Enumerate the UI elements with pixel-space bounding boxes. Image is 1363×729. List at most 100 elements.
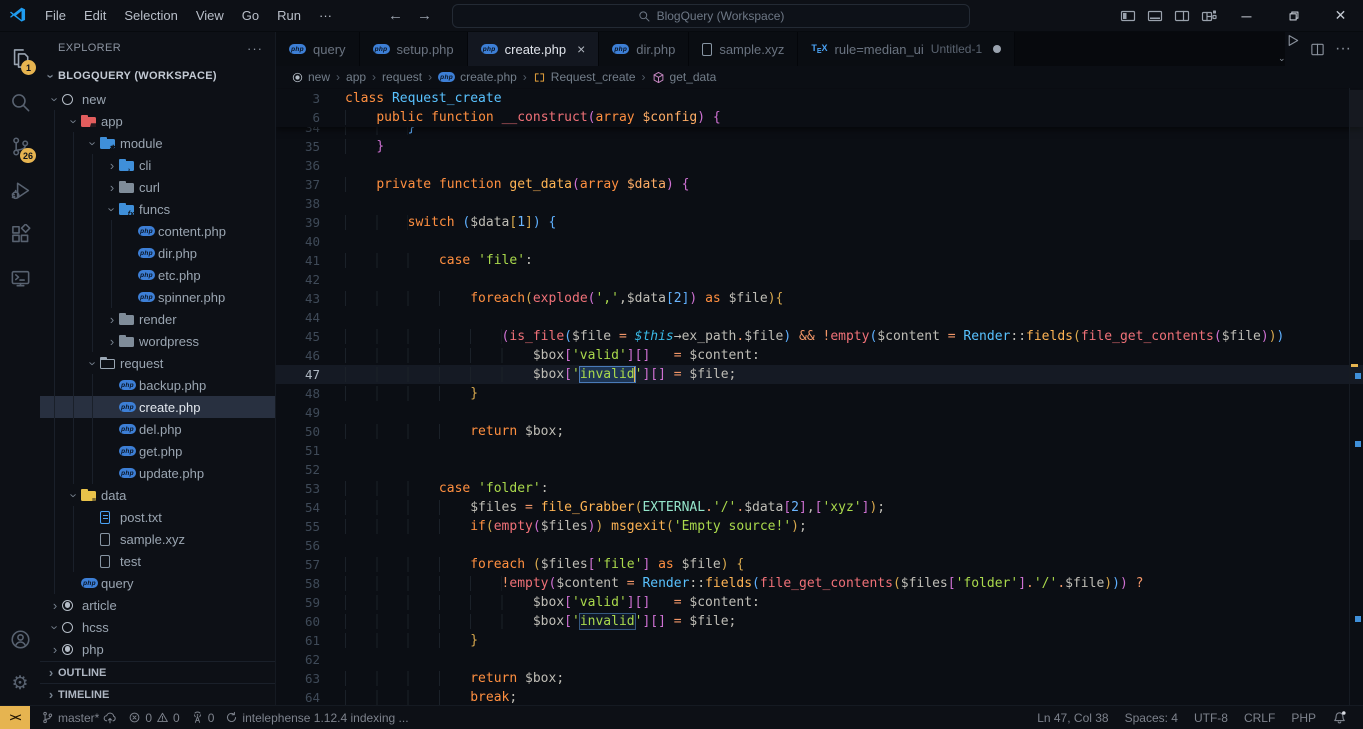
code-line-36[interactable]: 36: [276, 156, 1363, 175]
code-line-3[interactable]: 3class Request_create: [276, 89, 1363, 108]
tree-item-request[interactable]: ›request: [40, 352, 275, 374]
tree-item-create-php[interactable]: ›phpcreate.php: [40, 396, 275, 418]
activity-explorer[interactable]: 1: [0, 36, 40, 80]
activity-extensions[interactable]: [0, 212, 40, 256]
menu-[interactable]: ···: [310, 0, 341, 31]
run-button[interactable]: ⌄: [1285, 33, 1300, 66]
tree-item-data[interactable]: ›≡data: [40, 484, 275, 506]
code-line-54[interactable]: 54 $files = file_Grabber(EXTERNAL.'/'.$d…: [276, 498, 1363, 517]
code-line-6[interactable]: 6 public function __construct(array $con…: [276, 108, 1363, 127]
menu-selection[interactable]: Selection: [115, 0, 186, 31]
code-line-55[interactable]: 55 if(empty($files)) msgexit('Empty sour…: [276, 517, 1363, 536]
breadcrumb-item-app[interactable]: app: [346, 70, 366, 84]
tree-item-etc-php[interactable]: ›phpetc.php: [40, 264, 275, 286]
status-ports[interactable]: 0: [191, 711, 215, 725]
tree-item-test[interactable]: ›test: [40, 550, 275, 572]
menu-view[interactable]: View: [187, 0, 233, 31]
code-line-45[interactable]: 45 (is_file($file = $this→ex_path.$file)…: [276, 327, 1363, 346]
tree-item-cli[interactable]: ››_cli: [40, 154, 275, 176]
menu-file[interactable]: File: [36, 0, 75, 31]
code-line-39[interactable]: 39 switch ($data[1]) {: [276, 213, 1363, 232]
activity-settings[interactable]: ⚙: [0, 661, 40, 705]
code-line-59[interactable]: 59 $box['valid'][] = $content:: [276, 593, 1363, 612]
code-line-41[interactable]: 41 case 'file':: [276, 251, 1363, 270]
status-problems[interactable]: 00: [128, 711, 179, 725]
code-line-64[interactable]: 64 break;: [276, 688, 1363, 705]
code-line-50[interactable]: 50 return $box;: [276, 422, 1363, 441]
tree-item-article[interactable]: ›article: [40, 594, 275, 616]
code-line-46[interactable]: 46 $box['valid'][] = $content:: [276, 346, 1363, 365]
code-line-53[interactable]: 53 case 'folder':: [276, 479, 1363, 498]
breadcrumb-item-get-data[interactable]: get_data: [652, 70, 717, 84]
code-line-56[interactable]: 56: [276, 536, 1363, 555]
code-line-34[interactable]: 34 }: [276, 127, 1363, 137]
timeline-section[interactable]: › TIMELINE: [40, 683, 275, 705]
code-editor[interactable]: 3class Request_create6 public function _…: [276, 88, 1363, 705]
tree-item-render[interactable]: ›render: [40, 308, 275, 330]
more-actions-button[interactable]: ···: [1335, 40, 1351, 58]
tree-item-spinner-php[interactable]: ›phpspinner.php: [40, 286, 275, 308]
split-editor-button[interactable]: [1310, 42, 1325, 57]
code-line-57[interactable]: 57 foreach ($files['file'] as $file) {: [276, 555, 1363, 574]
tree-item-get-php[interactable]: ›phpget.php: [40, 440, 275, 462]
toggle-sidebar-icon[interactable]: [1114, 0, 1141, 31]
explorer-more-actions-icon[interactable]: ···: [247, 41, 263, 56]
status-cursor-position[interactable]: Ln 47, Col 38: [1037, 711, 1108, 725]
tree-item-del-php[interactable]: ›phpdel.php: [40, 418, 275, 440]
toggle-panel-icon[interactable]: [1141, 0, 1168, 31]
code-line-38[interactable]: 38: [276, 194, 1363, 213]
tree-item-module[interactable]: ›✱module: [40, 132, 275, 154]
tree-item-content-php[interactable]: ›phpcontent.php: [40, 220, 275, 242]
menu-go[interactable]: Go: [233, 0, 268, 31]
breadcrumb-item-Request-create[interactable]: Request_create: [533, 70, 636, 84]
code-line-37[interactable]: 37 private function get_data(array $data…: [276, 175, 1363, 194]
code-line-51[interactable]: 51: [276, 441, 1363, 460]
outline-section[interactable]: › OUTLINE: [40, 661, 275, 683]
activity-source-control[interactable]: 26: [0, 124, 40, 168]
code-line-62[interactable]: 62: [276, 650, 1363, 669]
tree-item-new[interactable]: ›new: [40, 88, 275, 110]
activity-run-debug[interactable]: [0, 168, 40, 212]
tree-item-app[interactable]: ›▦app: [40, 110, 275, 132]
toggle-secondary-sidebar-icon[interactable]: [1168, 0, 1195, 31]
close-button[interactable]: ✕: [1318, 0, 1363, 31]
menu-edit[interactable]: Edit: [75, 0, 115, 31]
tree-item-curl[interactable]: ›curl: [40, 176, 275, 198]
minimize-button[interactable]: ─: [1224, 0, 1269, 31]
code-line-44[interactable]: 44: [276, 308, 1363, 327]
tree-item-wordpress[interactable]: ›wordpress: [40, 330, 275, 352]
tree-item-hcss[interactable]: ›hcss: [40, 616, 275, 638]
workspace-root[interactable]: › BLOGQUERY (WORKSPACE): [40, 64, 275, 88]
code-line-49[interactable]: 49: [276, 403, 1363, 422]
code-line-47[interactable]: 47 $box['invalid'][] = $file;: [276, 365, 1363, 384]
status-git-branch[interactable]: master*: [41, 711, 117, 725]
tab-rule-median-ui[interactable]: TEXrule=median_uiUntitled-1: [798, 32, 1015, 66]
tree-item-funcs[interactable]: ›fxfuncs: [40, 198, 275, 220]
tab-setup-php[interactable]: phpsetup.php: [360, 32, 468, 66]
tree-item-sample-xyz[interactable]: ›sample.xyz: [40, 528, 275, 550]
breadcrumb-item-create-php[interactable]: phpcreate.php: [438, 70, 517, 84]
scrollbar-slider[interactable]: [1350, 90, 1363, 240]
activity-search[interactable]: [0, 80, 40, 124]
activity-account[interactable]: [0, 617, 40, 661]
tree-item-backup-php[interactable]: ›phpbackup.php: [40, 374, 275, 396]
breadcrumb-item-new[interactable]: new: [292, 70, 330, 84]
code-line-61[interactable]: 61 }: [276, 631, 1363, 650]
code-line-63[interactable]: 63 return $box;: [276, 669, 1363, 688]
code-line-48[interactable]: 48 }: [276, 384, 1363, 403]
code-line-42[interactable]: 42: [276, 270, 1363, 289]
command-center[interactable]: BlogQuery (Workspace): [452, 4, 970, 28]
status-language-status[interactable]: intelephense 1.12.4 indexing ...: [225, 711, 408, 725]
status-indentation[interactable]: Spaces: 4: [1125, 711, 1178, 725]
back-arrow-button[interactable]: ←: [388, 7, 403, 24]
tab-dir-php[interactable]: phpdir.php: [599, 32, 689, 66]
status-encoding[interactable]: UTF-8: [1194, 711, 1228, 725]
breadcrumb-item-request[interactable]: request: [382, 70, 422, 84]
code-line-58[interactable]: 58 !empty($content = Render::fields(file…: [276, 574, 1363, 593]
tab-create-php[interactable]: phpcreate.php×: [468, 32, 600, 66]
code-line-40[interactable]: 40: [276, 232, 1363, 251]
tab-query[interactable]: phpquery: [276, 32, 360, 66]
tree-item-dir-php[interactable]: ›phpdir.php: [40, 242, 275, 264]
activity-remote-explorer[interactable]: [0, 256, 40, 300]
tree-item-post-txt[interactable]: ›post.txt: [40, 506, 275, 528]
